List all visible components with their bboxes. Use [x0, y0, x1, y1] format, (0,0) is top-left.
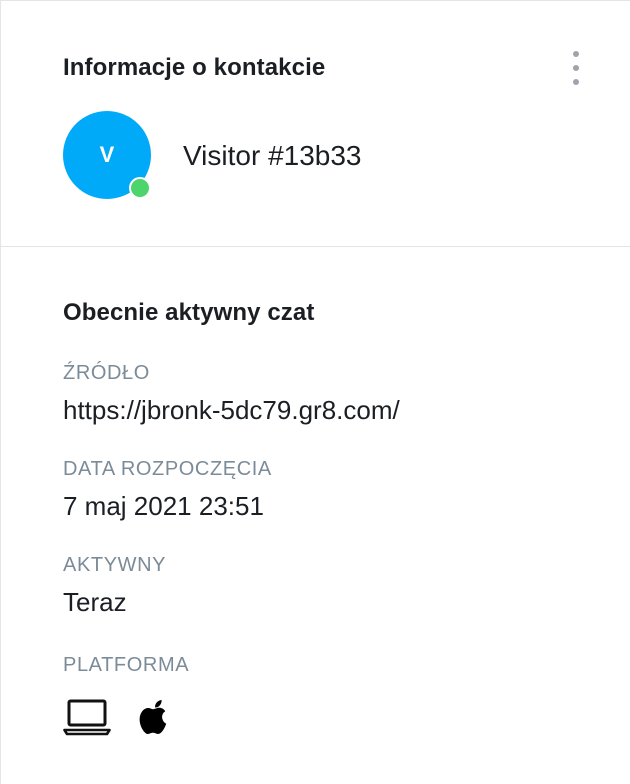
- more-options-button[interactable]: [563, 47, 589, 89]
- visitor-name: Visitor #13b33: [183, 140, 362, 171]
- contact-info-title: Informacje o kontakcie: [63, 54, 326, 81]
- source-label: ŹRÓDŁO: [63, 362, 150, 384]
- contact-info-section: Informacje o kontakcie V Visitor #13b33: [1, 1, 630, 247]
- active-chat-title: Obecnie aktywny czat: [63, 299, 315, 326]
- active-value: Teraz: [63, 587, 127, 617]
- more-vertical-icon: [573, 51, 579, 57]
- apple-icon: [137, 697, 169, 742]
- start-date-label: DATA ROZPOCZĘCIA: [63, 458, 272, 480]
- online-status-indicator: [129, 177, 151, 199]
- active-label: AKTYWNY: [63, 554, 167, 576]
- more-vertical-icon-dot: [573, 79, 579, 85]
- avatar-initial: V: [99, 142, 115, 167]
- source-value: https://jbronk-5dc79.gr8.com/: [63, 395, 400, 425]
- laptop-icon: [63, 697, 111, 742]
- more-vertical-icon-dot: [573, 65, 579, 71]
- start-date-value: 7 maj 2021 23:51: [63, 491, 264, 521]
- platform-label: PLATFORMA: [63, 654, 190, 676]
- contact-details-panel: Informacje o kontakcie V Visitor #13b33 …: [0, 0, 630, 784]
